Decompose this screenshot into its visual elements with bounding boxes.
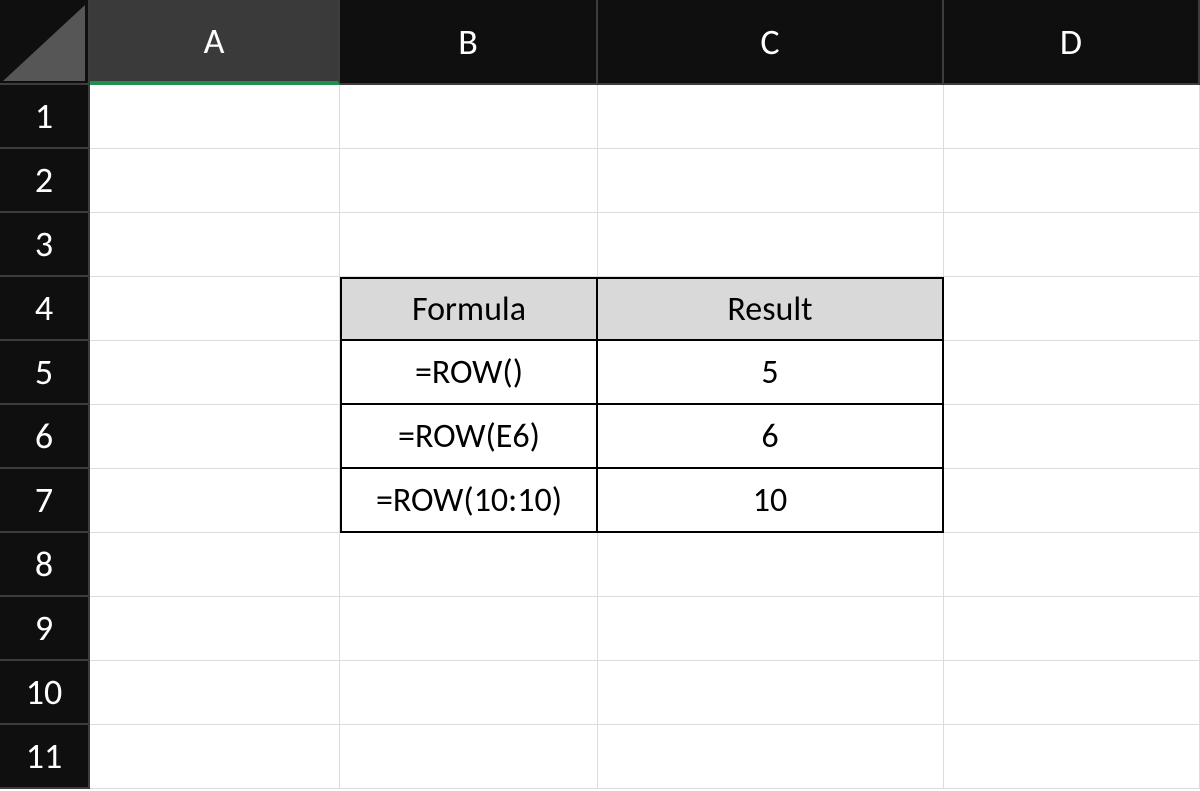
cell-grid: Formula Result =ROW() 5 =ROW(E6) 6 =ROW(…	[90, 85, 1200, 789]
row-9	[90, 597, 1200, 661]
cell-a1[interactable]	[90, 85, 340, 149]
cell-b1[interactable]	[340, 85, 598, 149]
column-header-b[interactable]: B	[340, 0, 598, 85]
cell-b11[interactable]	[340, 725, 598, 789]
row-8	[90, 533, 1200, 597]
row-header-9[interactable]: 9	[0, 597, 90, 661]
cell-b3[interactable]	[340, 213, 598, 277]
row-header-10[interactable]: 10	[0, 661, 90, 725]
cell-c3[interactable]	[598, 213, 944, 277]
cell-d8[interactable]	[944, 533, 1200, 597]
column-headers: A B C D	[90, 0, 1200, 85]
cell-b10[interactable]	[340, 661, 598, 725]
cell-d10[interactable]	[944, 661, 1200, 725]
cell-c1[interactable]	[598, 85, 944, 149]
cell-b2[interactable]	[340, 149, 598, 213]
select-all-icon	[3, 5, 85, 81]
column-header-d[interactable]: D	[944, 0, 1200, 85]
cell-b9[interactable]	[340, 597, 598, 661]
cell-c11[interactable]	[598, 725, 944, 789]
row-header-3[interactable]: 3	[0, 213, 90, 277]
row-header-6[interactable]: 6	[0, 405, 90, 469]
cell-b4[interactable]: Formula	[340, 277, 598, 341]
row-header-8[interactable]: 8	[0, 533, 90, 597]
row-header-7[interactable]: 7	[0, 469, 90, 533]
cell-d1[interactable]	[944, 85, 1200, 149]
row-5: =ROW() 5	[90, 341, 1200, 405]
cell-d7[interactable]	[944, 469, 1200, 533]
cell-c8[interactable]	[598, 533, 944, 597]
cell-c2[interactable]	[598, 149, 944, 213]
row-3	[90, 213, 1200, 277]
cell-c7[interactable]: 10	[598, 469, 944, 533]
cell-a2[interactable]	[90, 149, 340, 213]
row-header-2[interactable]: 2	[0, 149, 90, 213]
row-headers: 1 2 3 4 5 6 7 8 9 10 11	[0, 85, 90, 789]
row-7: =ROW(10:10) 10	[90, 469, 1200, 533]
cell-a8[interactable]	[90, 533, 340, 597]
select-all-button[interactable]	[0, 0, 90, 85]
column-header-a[interactable]: A	[90, 0, 340, 85]
cell-a4[interactable]	[90, 277, 340, 341]
cell-c9[interactable]	[598, 597, 944, 661]
cell-d3[interactable]	[944, 213, 1200, 277]
cell-a6[interactable]	[90, 405, 340, 469]
column-header-c[interactable]: C	[598, 0, 944, 85]
cell-a11[interactable]	[90, 725, 340, 789]
cell-c10[interactable]	[598, 661, 944, 725]
cell-d4[interactable]	[944, 277, 1200, 341]
row-header-5[interactable]: 5	[0, 341, 90, 405]
cell-c4[interactable]: Result	[598, 277, 944, 341]
spreadsheet: A B C D 1 2 3 4 5 6 7 8 9 10 11	[0, 0, 1200, 791]
row-header-11[interactable]: 11	[0, 725, 90, 789]
row-11	[90, 725, 1200, 789]
cell-a5[interactable]	[90, 341, 340, 405]
cell-b7[interactable]: =ROW(10:10)	[340, 469, 598, 533]
cell-d9[interactable]	[944, 597, 1200, 661]
cell-c5[interactable]: 5	[598, 341, 944, 405]
cell-b5[interactable]: =ROW()	[340, 341, 598, 405]
row-header-4[interactable]: 4	[0, 277, 90, 341]
cell-d2[interactable]	[944, 149, 1200, 213]
cell-a3[interactable]	[90, 213, 340, 277]
cell-d5[interactable]	[944, 341, 1200, 405]
cell-c6[interactable]: 6	[598, 405, 944, 469]
cell-b6[interactable]: =ROW(E6)	[340, 405, 598, 469]
cell-d6[interactable]	[944, 405, 1200, 469]
row-2	[90, 149, 1200, 213]
row-1	[90, 85, 1200, 149]
row-10	[90, 661, 1200, 725]
row-4: Formula Result	[90, 277, 1200, 341]
cell-a10[interactable]	[90, 661, 340, 725]
cell-b8[interactable]	[340, 533, 598, 597]
row-header-1[interactable]: 1	[0, 85, 90, 149]
cell-a7[interactable]	[90, 469, 340, 533]
row-6: =ROW(E6) 6	[90, 405, 1200, 469]
cell-d11[interactable]	[944, 725, 1200, 789]
cell-a9[interactable]	[90, 597, 340, 661]
